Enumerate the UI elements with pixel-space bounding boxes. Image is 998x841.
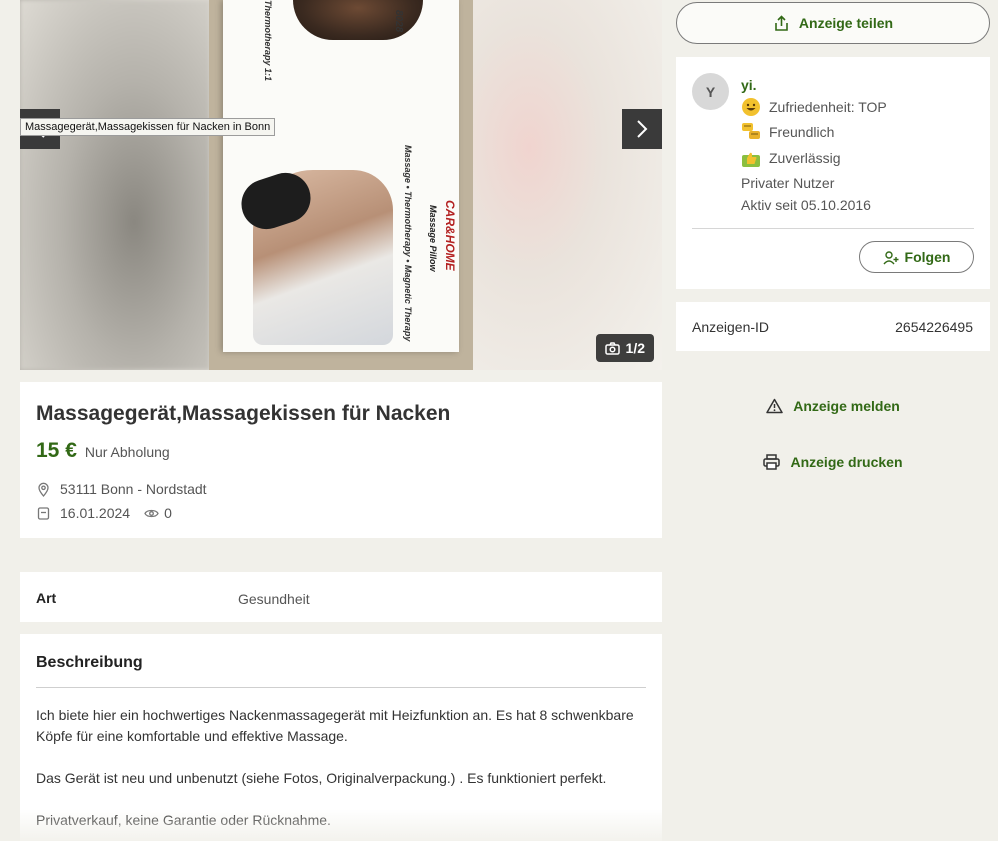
box-brand-text: CAR&HOME [443, 200, 457, 271]
image-counter-text: 1/2 [625, 340, 645, 356]
box-model-text: 8028 [393, 10, 404, 33]
report-ad-link[interactable]: Anzeige melden [676, 398, 990, 414]
print-ad-link[interactable]: Anzeige drucken [676, 454, 990, 470]
image-counter[interactable]: 1/2 [595, 334, 654, 362]
description-divider [36, 687, 646, 688]
gallery-next-button[interactable] [622, 109, 662, 149]
seller-active-since: Aktiv seit 05.10.2016 [741, 197, 871, 213]
date-text: 16.01.2024 [60, 505, 131, 521]
printer-icon [763, 454, 781, 470]
print-ad-label: Anzeige drucken [790, 454, 903, 470]
price-value: 15 € [36, 439, 77, 462]
details-card: Art Gesundheit [20, 572, 662, 622]
seller-type: Privater Nutzer [741, 175, 835, 191]
badge-satisfaction-label: Zufriedenheit: TOP [769, 99, 887, 115]
description-paragraph: Ich biete hier ein hochwertiges Nackenma… [36, 707, 634, 744]
views-count: 0 [144, 505, 172, 521]
gallery-blur-right [472, 0, 662, 370]
ad-id-value: 2654226495 [895, 319, 973, 335]
ad-id-label: Anzeigen-ID [692, 319, 770, 335]
description-heading: Beschreibung [36, 654, 143, 671]
badge-satisfaction: Zufriedenheit: TOP [741, 97, 887, 117]
detail-value-art: Gesundheit [238, 591, 310, 607]
price-block: 15 € Nur Abholung [36, 439, 170, 463]
seller-card: Y yi. Zufriedenheit: TOP Freundlich Zuve… [676, 57, 990, 289]
location-line[interactable]: 53111 Bonn - Nordstadt [36, 481, 207, 497]
box-product-text: Massage Pillow [428, 205, 438, 272]
badge-reliable-label: Zuverlässig [769, 150, 841, 166]
location-text: 53111 Bonn - Nordstadt [60, 481, 207, 497]
chat-icon [742, 123, 760, 139]
image-gallery[interactable]: Thermotherapy 1:1 8028 Massage • Thermot… [20, 0, 662, 370]
add-user-icon [883, 250, 899, 264]
box-top-text: Thermotherapy 1:1 [263, 0, 273, 82]
description-card: Beschreibung Ich biete hier ein hochwert… [20, 634, 662, 841]
page-title: Massagegerät,Massagekissen für Nacken [36, 402, 451, 425]
chevron-right-icon [637, 120, 648, 138]
warning-icon [766, 398, 783, 414]
box-features-text: Massage • Thermotherapy • Magnetic Thera… [403, 145, 413, 342]
views-text: 0 [164, 505, 172, 521]
gallery-blur-left [20, 0, 210, 370]
follow-button[interactable]: Folgen [859, 241, 974, 273]
seller-name-link[interactable]: yi. [741, 77, 757, 93]
camera-icon [604, 341, 620, 355]
avatar[interactable]: Y [692, 73, 729, 110]
eye-icon [144, 509, 159, 517]
detail-label-art: Art [36, 590, 57, 606]
description-paragraph: Privatverkauf, keine Garantie oder Rückn… [36, 812, 331, 828]
badge-reliable: Zuverlässig [741, 148, 841, 168]
description-paragraph: Das Gerät ist neu und unbenutzt (siehe F… [36, 770, 607, 786]
price-note: Nur Abholung [84, 444, 170, 460]
image-tooltip: Massagegerät,Massagekissen für Nacken in… [20, 118, 276, 136]
date-line: 16.01.2024 0 [36, 505, 172, 521]
calendar-icon [36, 506, 51, 521]
badge-friendly: Freundlich [741, 122, 834, 142]
smile-icon [742, 98, 760, 116]
location-pin-icon [36, 482, 51, 497]
product-box-image: Thermotherapy 1:1 8028 Massage • Thermot… [223, 0, 459, 352]
badge-friendly-label: Freundlich [769, 124, 835, 140]
share-ad-label: Anzeige teilen [798, 15, 894, 31]
ad-summary-card: Massagegerät,Massagekissen für Nacken 15… [20, 382, 662, 538]
thumbs-up-icon [742, 152, 760, 167]
report-ad-label: Anzeige melden [793, 398, 900, 414]
share-icon [775, 14, 788, 31]
product-photo[interactable]: Thermotherapy 1:1 8028 Massage • Thermot… [209, 0, 473, 370]
ad-id-card: Anzeigen-ID 2654226495 [676, 302, 990, 351]
seller-divider [692, 228, 974, 229]
follow-label: Folgen [904, 249, 951, 265]
share-ad-button[interactable]: Anzeige teilen [676, 2, 990, 44]
